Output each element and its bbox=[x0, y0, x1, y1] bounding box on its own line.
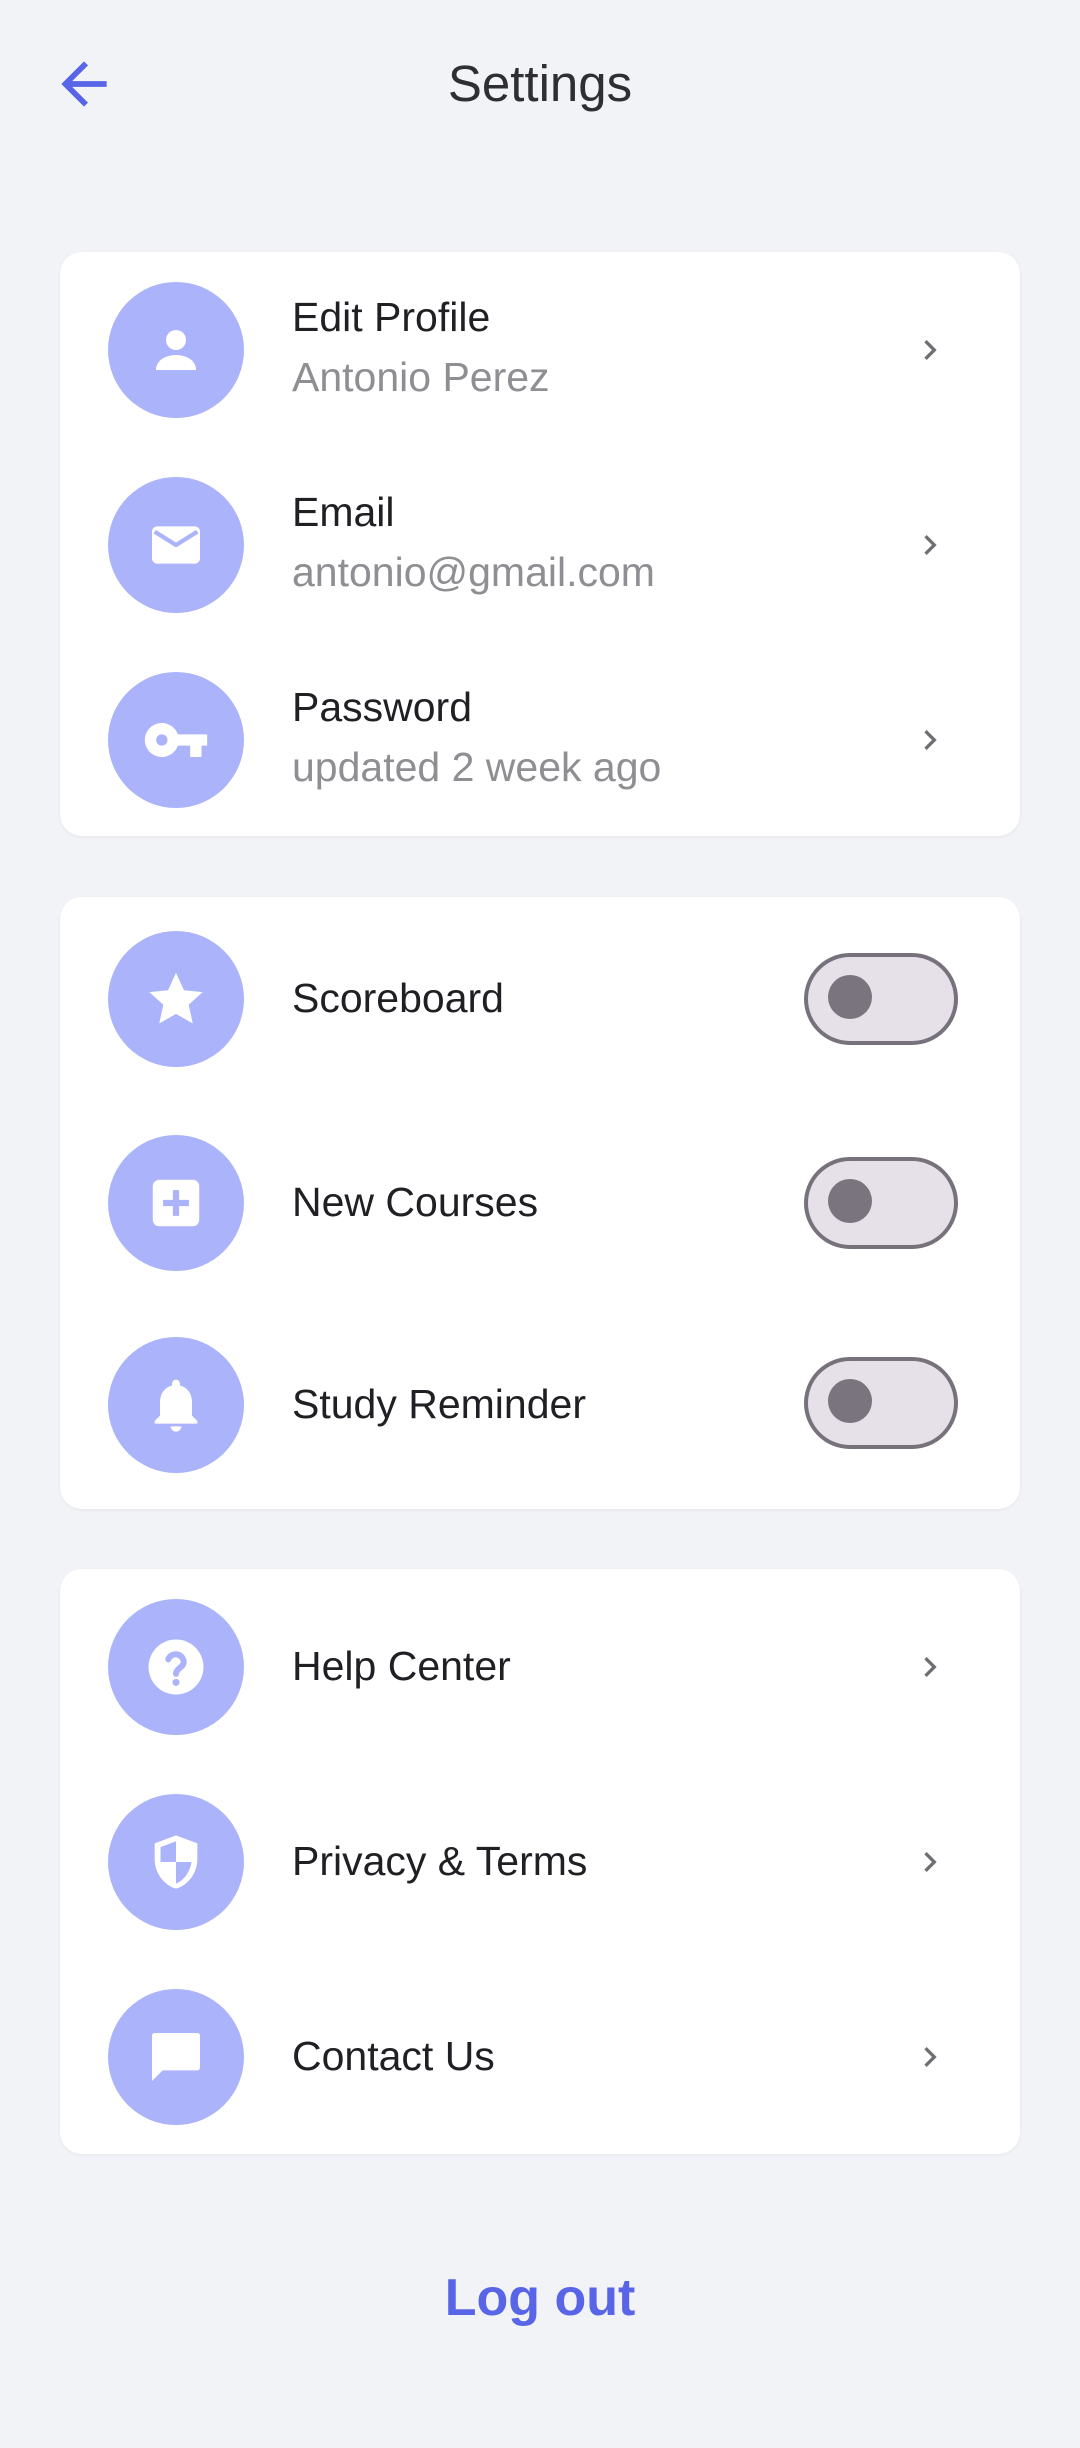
edit-profile-row[interactable]: Edit Profile Antonio Perez bbox=[60, 252, 1020, 448]
row-title: Password bbox=[292, 684, 473, 730]
avatar-circle bbox=[108, 282, 244, 418]
scoreboard-toggle[interactable] bbox=[804, 953, 958, 1045]
toggle-knob bbox=[828, 1179, 872, 1223]
new-courses-toggle[interactable] bbox=[804, 1157, 958, 1249]
plus-box-icon bbox=[152, 1179, 200, 1227]
contact-us-row[interactable]: Contact Us bbox=[60, 1959, 1020, 2154]
privacy-terms-row[interactable]: Privacy & Terms bbox=[60, 1764, 1020, 1959]
avatar-circle bbox=[108, 931, 244, 1067]
study-reminder-toggle[interactable] bbox=[804, 1357, 958, 1449]
chevron-right-icon bbox=[910, 1647, 950, 1687]
chevron-right-icon bbox=[910, 2037, 950, 2077]
password-row[interactable]: Password updated 2 week ago bbox=[60, 642, 1020, 836]
key-icon bbox=[144, 723, 208, 757]
logout-button[interactable]: Log out bbox=[0, 2268, 1080, 2328]
row-subtitle: Antonio Perez bbox=[292, 354, 550, 400]
chevron-right-icon bbox=[910, 720, 950, 760]
page-title: Settings bbox=[447, 55, 633, 112]
notifications-card: Scoreboard New Courses Study Reminder bbox=[60, 897, 1020, 1509]
row-subtitle: updated 2 week ago bbox=[292, 744, 662, 790]
avatar-circle bbox=[108, 477, 244, 613]
person-icon bbox=[156, 330, 196, 370]
row-title: Study Reminder bbox=[292, 1381, 586, 1427]
app-bar: Settings bbox=[0, 0, 1080, 170]
help-center-row[interactable]: Help Center bbox=[60, 1569, 1020, 1764]
toggle-knob bbox=[828, 975, 872, 1019]
row-title: Edit Profile bbox=[292, 294, 491, 340]
row-title: Scoreboard bbox=[292, 975, 504, 1021]
chat-bubble-icon bbox=[152, 2033, 200, 2081]
avatar-circle bbox=[108, 1794, 244, 1930]
scoreboard-row: Scoreboard bbox=[60, 897, 1020, 1101]
chevron-right-icon bbox=[910, 525, 950, 565]
chevron-right-icon bbox=[910, 330, 950, 370]
account-card: Edit Profile Antonio Perez Email antonio… bbox=[60, 252, 1020, 836]
row-title: Help Center bbox=[292, 1643, 511, 1689]
email-row[interactable]: Email antonio@gmail.com bbox=[60, 447, 1020, 643]
row-title: Privacy & Terms bbox=[292, 1838, 588, 1884]
row-title: New Courses bbox=[292, 1179, 539, 1225]
help-circle-icon bbox=[148, 1639, 204, 1695]
avatar-circle bbox=[108, 1599, 244, 1735]
new-courses-row: New Courses bbox=[60, 1101, 1020, 1305]
support-card: Help Center Privacy & Terms Contact Us bbox=[60, 1569, 1020, 2154]
avatar-circle bbox=[108, 1989, 244, 2125]
study-reminder-row: Study Reminder bbox=[60, 1305, 1020, 1509]
envelope-icon bbox=[152, 526, 200, 564]
bell-icon bbox=[154, 1379, 198, 1432]
toggle-knob bbox=[828, 1379, 872, 1423]
avatar-circle bbox=[108, 1135, 244, 1271]
star-icon bbox=[149, 972, 203, 1024]
row-subtitle: antonio@gmail.com bbox=[292, 549, 655, 595]
row-title: Contact Us bbox=[292, 2033, 495, 2079]
chevron-right-icon bbox=[910, 1842, 950, 1882]
avatar-circle bbox=[108, 1337, 244, 1473]
row-title: Email bbox=[292, 489, 395, 535]
avatar-circle bbox=[108, 672, 244, 808]
shield-icon bbox=[154, 1835, 198, 1889]
